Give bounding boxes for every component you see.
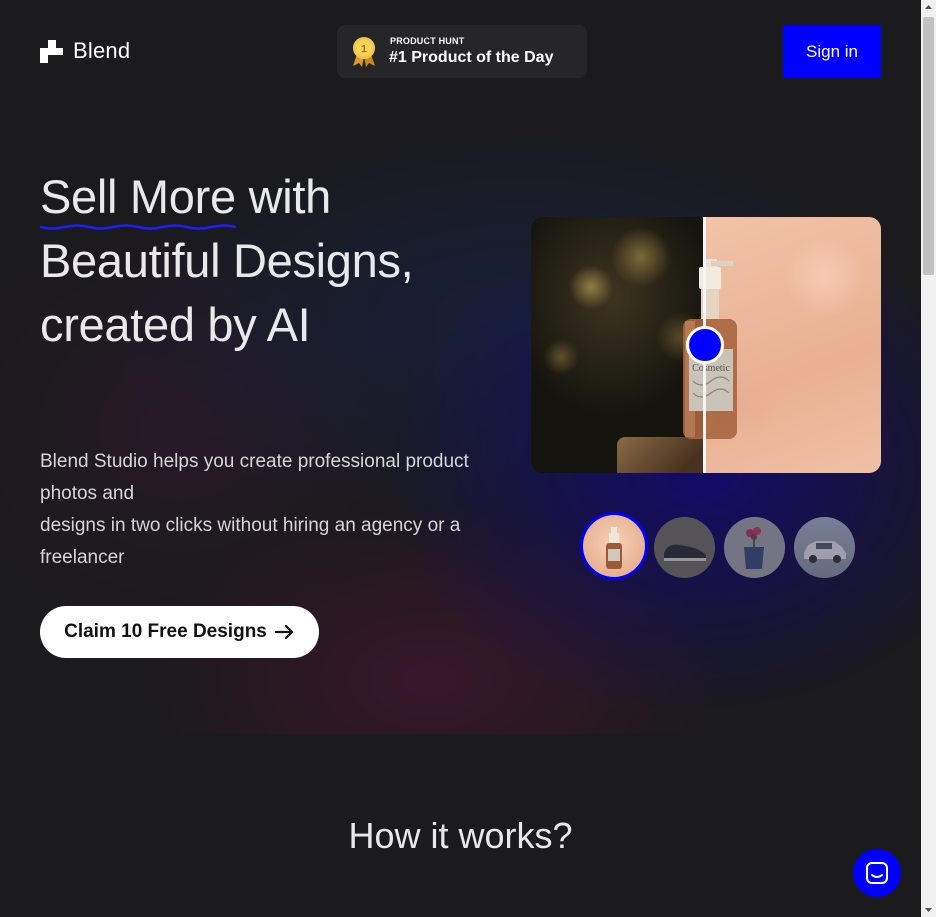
badge-big-label: #1 Product of the Day [389, 49, 554, 66]
thumbnail-list [583, 515, 855, 578]
thumbnail-car[interactable] [794, 517, 855, 578]
bottle-label: Cosmetic [692, 363, 730, 374]
cta-label: Claim 10 Free Designs [64, 621, 267, 642]
medal-icon: 1 [353, 37, 375, 67]
subtext-line-2: designs in two clicks without hiring an … [40, 515, 461, 568]
thumbnail-shoe[interactable] [654, 517, 715, 578]
sign-in-button[interactable]: Sign in [783, 25, 881, 78]
arrow-right-icon [274, 624, 293, 640]
subtext-line-1: Blend Studio helps you create profession… [40, 451, 469, 504]
claim-free-designs-button[interactable]: Claim 10 Free Designs [40, 606, 319, 658]
scroll-up-arrow-icon[interactable] [921, 0, 936, 15]
medal-number: 1 [361, 44, 367, 55]
car-thumb-icon [804, 541, 846, 563]
bottle-thumb-icon [606, 527, 622, 569]
logo[interactable]: Blend [40, 38, 130, 64]
thumbnail-flower-vase[interactable] [724, 517, 785, 578]
shoe-thumb-icon [664, 544, 706, 561]
scroll-down-arrow-icon[interactable] [921, 902, 936, 917]
chat-launcher-button[interactable] [853, 849, 901, 897]
vertical-scrollbar[interactable] [921, 0, 936, 917]
headline-highlight-text: Sell More [40, 170, 236, 223]
hero-subtext: Blend Studio helps you create profession… [40, 446, 470, 574]
logo-text: Blend [73, 38, 131, 63]
vase-thumb-icon [744, 527, 764, 569]
page: Blend 1 PRODUCT HUNT #1 Product of the D… [0, 0, 921, 917]
hero-headline: Sell More with Beautiful Designs, create… [40, 165, 480, 357]
squiggle-underline [40, 224, 236, 230]
chat-icon [866, 862, 888, 884]
thumbnail-cosmetic-bottle[interactable] [583, 515, 645, 577]
badge-small-label: PRODUCT HUNT [390, 36, 465, 46]
scrollbar-thumb[interactable] [923, 17, 934, 275]
before-after-compare[interactable]: Cosmetic [531, 217, 881, 473]
compare-slider-handle[interactable] [686, 326, 724, 364]
headline-highlight: Sell More [40, 165, 236, 230]
product-hunt-badge[interactable]: 1 PRODUCT HUNT #1 Product of the Day [337, 25, 587, 78]
blend-logo-icon [40, 39, 63, 63]
how-it-works-title: How it works? [348, 815, 573, 856]
